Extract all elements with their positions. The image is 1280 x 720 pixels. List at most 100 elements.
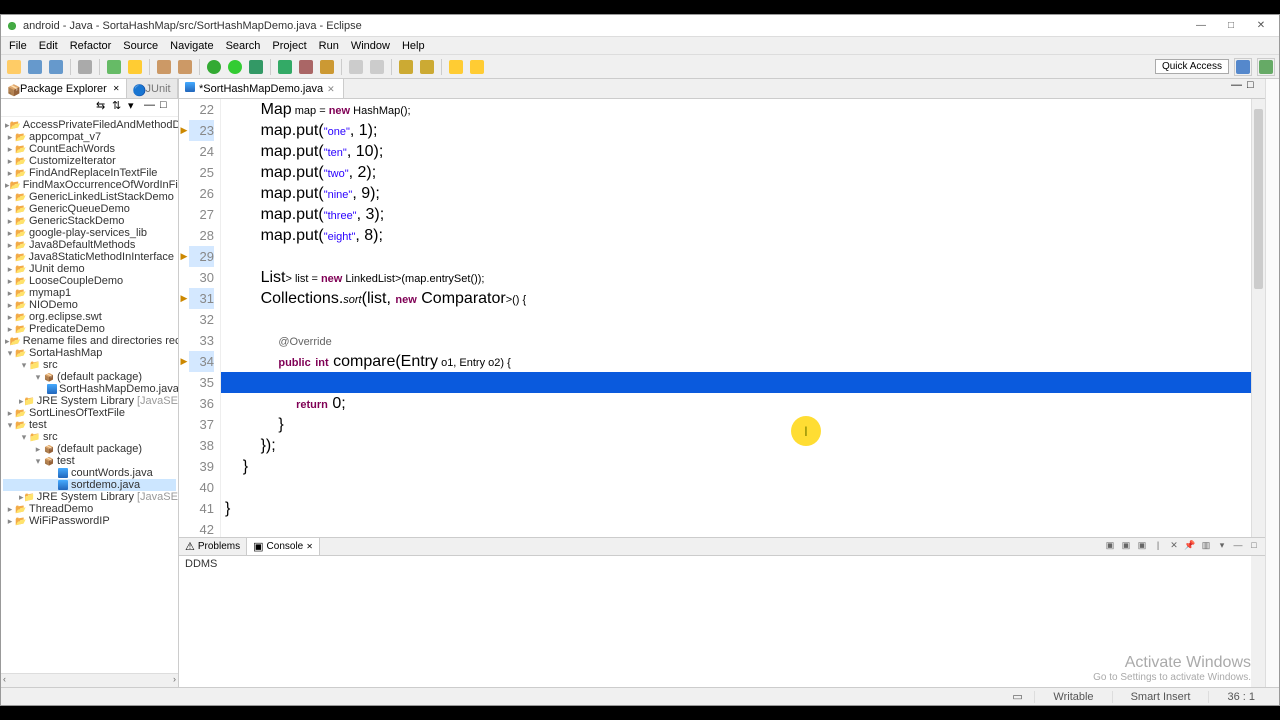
save-button[interactable]	[26, 58, 44, 76]
new-package-button[interactable]	[297, 58, 315, 76]
tree-item[interactable]: sortdemo.java	[3, 479, 176, 491]
tree-item[interactable]: countWords.java	[3, 467, 176, 479]
link-editor-button[interactable]: ⇅	[112, 99, 126, 113]
code-line[interactable]: }	[221, 498, 1251, 519]
ddms-perspective-button[interactable]	[1257, 58, 1275, 76]
code-line[interactable]: });	[221, 435, 1251, 456]
new-class-button[interactable]	[276, 58, 294, 76]
maximize-button[interactable]: □	[1217, 17, 1245, 35]
search-button[interactable]	[126, 58, 144, 76]
tool-button[interactable]	[318, 58, 336, 76]
console-tool[interactable]: ▣	[1103, 538, 1117, 552]
tree-item[interactable]: ▸Rename files and directories recursivel…	[3, 335, 176, 347]
new-button[interactable]	[5, 58, 23, 76]
code-line[interactable]: map.put("ten", 10);	[221, 141, 1251, 162]
tree-item[interactable]: ▸CustomizeIterator	[3, 155, 176, 167]
java-perspective-button[interactable]	[1234, 58, 1252, 76]
tree-item[interactable]: ▸CountEachWords	[3, 143, 176, 155]
code-line[interactable]	[221, 246, 1251, 267]
console-tab[interactable]: ▣Console ✕	[247, 538, 320, 555]
code-line[interactable]	[221, 519, 1251, 537]
code-line[interactable]: public int compare(Entry o1, Entry o2) {	[221, 351, 1251, 372]
tree-item[interactable]: ▸GenericQueueDemo	[3, 203, 176, 215]
console-vscrollbar[interactable]	[1251, 556, 1265, 687]
tree-item[interactable]: ▸ThreadDemo	[3, 503, 176, 515]
tree-item[interactable]: ▸mymap1	[3, 287, 176, 299]
code-line[interactable]: List> list = new LinkedList>(map.entrySe…	[221, 267, 1251, 288]
tree-item[interactable]: ▸GenericLinkedListStackDemo	[3, 191, 176, 203]
tree-item[interactable]: ▸JUnit demo	[3, 263, 176, 275]
editor-tab[interactable]: *SortHashMapDemo.java ✕	[179, 79, 344, 98]
tree-item[interactable]: ▸AccessPrivateFiledAndMethodDemo	[3, 119, 176, 131]
sidebar-tab[interactable]: 🔵JUnit	[127, 79, 178, 98]
tree-item[interactable]: ▸JRE System Library[JavaSE-1.8]	[3, 395, 176, 407]
code-line[interactable]: Collections.sort(list, new Comparator>()…	[221, 288, 1251, 309]
tree-item[interactable]: ▾SortaHashMap	[3, 347, 176, 359]
run-button[interactable]	[226, 58, 244, 76]
open-type-button[interactable]	[105, 58, 123, 76]
quick-access[interactable]: Quick Access	[1155, 59, 1229, 74]
tree-item[interactable]: ▾src	[3, 431, 176, 443]
menu-help[interactable]: Help	[396, 38, 431, 54]
menu-file[interactable]: File	[3, 38, 33, 54]
close-tab-button[interactable]: ✕	[327, 84, 337, 94]
tree-item[interactable]: ▾test	[3, 455, 176, 467]
code-line[interactable]: }	[221, 414, 1251, 435]
maximize-editor-button[interactable]: □	[1247, 79, 1261, 93]
minimize-console-button[interactable]: —	[1231, 538, 1245, 552]
console-tool[interactable]: |	[1151, 538, 1165, 552]
tool-button[interactable]	[347, 58, 365, 76]
close-button[interactable]: ✕	[1247, 17, 1275, 35]
code-line[interactable]: map.put("one", 1);	[221, 120, 1251, 141]
code-line[interactable]	[221, 372, 1251, 393]
code-line[interactable]: return 0;	[221, 393, 1251, 414]
tree-item[interactable]: ▸Java8DefaultMethods	[3, 239, 176, 251]
project-tree[interactable]: ▸AccessPrivateFiledAndMethodDemo▸appcomp…	[1, 117, 178, 673]
view-menu-button[interactable]: ▾	[128, 99, 142, 113]
save-all-button[interactable]	[47, 58, 65, 76]
tool-button[interactable]	[397, 58, 415, 76]
console-tool[interactable]: ▣	[1119, 538, 1133, 552]
console-tool[interactable]: ▣	[1135, 538, 1149, 552]
coverage-button[interactable]	[247, 58, 265, 76]
menu-source[interactable]: Source	[117, 38, 164, 54]
toggle-breadcrumb-button[interactable]	[76, 58, 94, 76]
tool-button[interactable]	[418, 58, 436, 76]
menu-refactor[interactable]: Refactor	[64, 38, 118, 54]
tree-item[interactable]: ▸NIODemo	[3, 299, 176, 311]
forward-button[interactable]	[468, 58, 486, 76]
menu-run[interactable]: Run	[313, 38, 345, 54]
code-line[interactable]: map.put("nine", 9);	[221, 183, 1251, 204]
tree-item[interactable]: ▸SortLinesOfTextFile	[3, 407, 176, 419]
code-line[interactable]	[221, 477, 1251, 498]
code-line[interactable]: }	[221, 456, 1251, 477]
tree-item[interactable]: ▸(default package)	[3, 443, 176, 455]
code-line[interactable]: @Override	[221, 330, 1251, 351]
collapse-all-button[interactable]: ⇆	[96, 99, 110, 113]
tree-item[interactable]: ▸appcompat_v7	[3, 131, 176, 143]
menu-navigate[interactable]: Navigate	[164, 38, 219, 54]
minimize-button[interactable]: —	[1187, 17, 1215, 35]
sidebar-hscrollbar[interactable]	[1, 673, 178, 687]
tree-item[interactable]: ▸JRE System Library[JavaSE-1.7]	[3, 491, 176, 503]
tree-item[interactable]: ▾test	[3, 419, 176, 431]
pin-console-button[interactable]: 📌	[1183, 538, 1197, 552]
code-line[interactable]	[221, 309, 1251, 330]
minimize-view-button[interactable]: —	[144, 99, 158, 113]
tool-button[interactable]	[368, 58, 386, 76]
editor-vscrollbar[interactable]	[1251, 99, 1265, 537]
code-line[interactable]: Map map = new HashMap();	[221, 99, 1251, 120]
menu-window[interactable]: Window	[345, 38, 396, 54]
back-button[interactable]	[447, 58, 465, 76]
minimize-editor-button[interactable]: —	[1231, 79, 1245, 93]
maximize-view-button[interactable]: □	[160, 99, 174, 113]
display-console-button[interactable]: ▥	[1199, 538, 1213, 552]
debug-button[interactable]	[205, 58, 223, 76]
tree-item[interactable]: ▸org.eclipse.swt	[3, 311, 176, 323]
sidebar-tab[interactable]: 📦Package Explorer✕	[1, 79, 127, 98]
clear-console-button[interactable]: ✕	[1167, 538, 1181, 552]
code-line[interactable]: map.put("eight", 8);	[221, 225, 1251, 246]
tree-item[interactable]: ▸GenericStackDemo	[3, 215, 176, 227]
menu-edit[interactable]: Edit	[33, 38, 64, 54]
tree-item[interactable]: ▾src	[3, 359, 176, 371]
